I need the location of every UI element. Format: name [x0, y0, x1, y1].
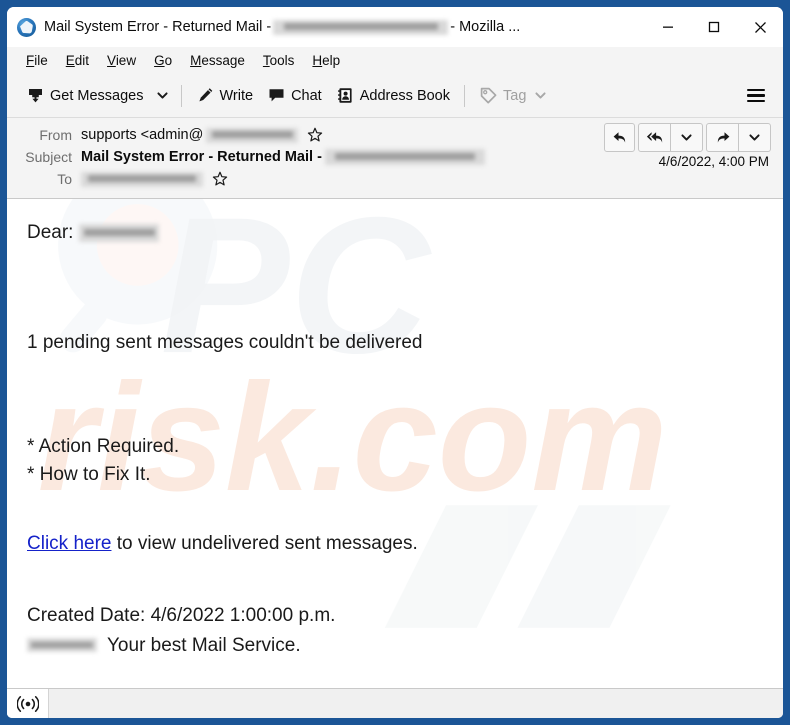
hamburger-menu-button[interactable]: [741, 83, 771, 109]
forward-arrow-icon: [717, 132, 729, 143]
thunderbird-icon: [17, 17, 36, 37]
tag-label: Tag: [503, 87, 527, 104]
minimize-button[interactable]: [645, 7, 691, 47]
reply-more-button[interactable]: [671, 124, 702, 151]
tag-button[interactable]: Tag: [472, 81, 554, 110]
call-to-action-line: Click here to view undelivered sent mess…: [27, 532, 763, 556]
signature-text: Your best Mail Service.: [107, 634, 301, 656]
window-controls: [645, 7, 783, 47]
click-here-link[interactable]: Click here: [27, 533, 111, 554]
menu-item-help[interactable]: Help: [303, 50, 349, 71]
minimize-icon: [663, 26, 673, 28]
toolbar-divider-2: [464, 84, 465, 107]
maximize-button[interactable]: [691, 7, 737, 47]
get-messages-dropdown-button[interactable]: [151, 84, 174, 107]
forward-button[interactable]: [707, 124, 738, 151]
chevron-down-icon: [749, 134, 760, 141]
maximize-icon: [708, 21, 720, 33]
subject-label: Subject: [25, 149, 72, 165]
menu-item-view[interactable]: View: [98, 50, 145, 71]
download-inbox-icon: [29, 89, 42, 103]
subject-text: Mail System Error - Returned Mail -: [81, 149, 322, 165]
from-label: From: [39, 127, 72, 143]
to-row: To: [7, 168, 783, 190]
chevron-down-icon: [535, 92, 546, 99]
greeting-line: Dear:: [27, 221, 763, 245]
connection-online-icon: [16, 695, 39, 712]
how-to-fix-line: * How to Fix It.: [27, 464, 151, 486]
chevron-down-icon: [681, 134, 692, 141]
from-star-icon[interactable]: [307, 127, 323, 143]
menu-bar: File Edit View Go Message Tools Help: [7, 47, 783, 74]
reply-all-group: [638, 123, 703, 152]
window-title-suffix: - Mozilla ...: [450, 18, 521, 35]
pencil-icon: [198, 88, 212, 102]
pending-message-line: 1 pending sent messages couldn't be deli…: [27, 331, 423, 353]
main-toolbar: Get Messages Write Chat Address Book Tag: [7, 74, 783, 118]
message-body: PC risk.com Dear: 1 pending sent message…: [7, 199, 783, 688]
menu-item-message[interactable]: Message: [181, 50, 254, 71]
menu-item-edit[interactable]: Edit: [57, 50, 98, 71]
reply-all-arrow-icon: [646, 132, 662, 143]
write-label: Write: [219, 87, 254, 104]
write-button[interactable]: Write: [189, 81, 261, 110]
close-button[interactable]: [737, 7, 783, 47]
to-star-icon[interactable]: [212, 171, 228, 187]
speech-bubble-icon: [269, 89, 284, 102]
connection-online-button[interactable]: [7, 689, 49, 718]
message-date: 4/6/2022, 4:00 PM: [658, 154, 769, 169]
window-title-redacted-address: [273, 19, 449, 35]
chevron-down-icon: [156, 92, 168, 99]
from-address-text: supports <admin@: [81, 127, 204, 143]
chat-label: Chat: [291, 87, 322, 104]
subject-redacted-address: [324, 149, 485, 165]
created-date-line: Created Date: 4/6/2022 1:00:00 p.m.: [27, 604, 336, 626]
signature-line: Your best Mail Service.: [27, 634, 763, 658]
to-value[interactable]: [81, 171, 228, 187]
address-book-button[interactable]: Address Book: [329, 81, 457, 110]
action-required-line: * Action Required.: [27, 435, 180, 457]
menu-item-tools[interactable]: Tools: [254, 50, 304, 71]
title-bar: Mail System Error - Returned Mail - - Mo…: [7, 7, 783, 47]
subject-value: Mail System Error - Returned Mail -: [81, 149, 485, 165]
chat-button[interactable]: Chat: [260, 81, 329, 110]
window-title-prefix: Mail System Error - Returned Mail -: [44, 18, 272, 35]
to-redacted-address: [81, 171, 203, 187]
reply-all-button[interactable]: [639, 124, 670, 151]
status-bar: [7, 688, 783, 718]
hamburger-menu-icon: [747, 88, 765, 92]
hamburger-menu-icon: [747, 94, 765, 97]
message-header: From supports <admin@ Subject Mail Syste…: [7, 118, 783, 199]
message-action-buttons: [604, 123, 771, 152]
to-label: To: [57, 171, 72, 187]
thunderbird-window: Mail System Error - Returned Mail - - Mo…: [7, 7, 783, 718]
signature-redacted-brand: [27, 638, 97, 653]
greeting-text: Dear:: [27, 222, 74, 243]
forward-group: [706, 123, 771, 152]
address-book-icon: [337, 88, 352, 103]
reply-button[interactable]: [604, 123, 635, 152]
close-icon: [754, 21, 766, 33]
menu-item-go[interactable]: Go: [145, 50, 181, 71]
address-book-label: Address Book: [359, 87, 450, 104]
menu-item-file[interactable]: File: [17, 50, 57, 71]
toolbar-divider-1: [180, 84, 182, 107]
from-redacted-domain: [206, 127, 299, 143]
get-messages-label: Get Messages: [50, 87, 144, 104]
get-messages-button[interactable]: Get Messages: [19, 81, 151, 110]
forward-more-button[interactable]: [739, 124, 770, 151]
greeting-redacted-name: [79, 223, 160, 242]
hamburger-menu-icon: [747, 99, 765, 103]
tag-icon: [480, 87, 497, 104]
call-to-action-tail: to view undelivered sent messages.: [111, 533, 418, 554]
reply-arrow-icon: [613, 132, 626, 143]
from-value[interactable]: supports <admin@: [81, 127, 323, 143]
